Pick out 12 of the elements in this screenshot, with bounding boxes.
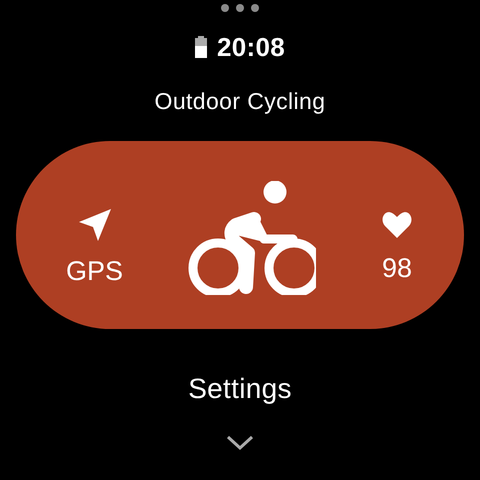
battery-icon	[195, 36, 207, 58]
page-indicator	[221, 4, 259, 12]
activity-title: Outdoor Cycling	[154, 88, 326, 115]
settings-link[interactable]: Settings	[188, 373, 292, 405]
heart-icon	[382, 211, 412, 239]
location-arrow-icon	[78, 208, 112, 242]
gps-label: GPS	[66, 256, 124, 286]
cyclist-icon	[188, 181, 316, 295]
chevron-down-icon[interactable]	[226, 435, 254, 451]
heart-rate-value: 98	[382, 253, 412, 283]
clock-time: 20:08	[217, 32, 285, 62]
start-activity-button[interactable]: GPS 98	[16, 141, 464, 329]
